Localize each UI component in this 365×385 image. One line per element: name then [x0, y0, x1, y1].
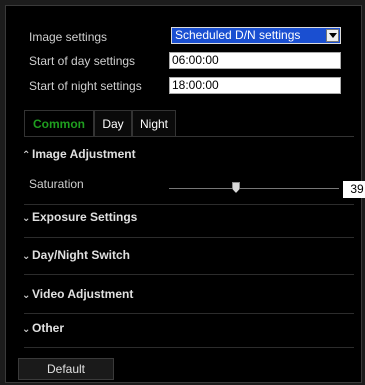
section-other[interactable]: ⌄ Other [22, 321, 352, 339]
section-divider [24, 313, 354, 314]
chevron-down-icon: ⌄ [22, 290, 31, 301]
start-day-input[interactable]: 06:00:00 [169, 52, 341, 69]
section-title: Video Adjustment [32, 287, 134, 301]
chevron-down-icon: ⌄ [22, 251, 31, 262]
section-title: Exposure Settings [32, 210, 138, 224]
chevron-down-icon: ⌄ [22, 324, 31, 335]
settings-panel: Image settings Scheduled D/N settings St… [5, 5, 365, 383]
chevron-down-icon: ⌄ [22, 213, 31, 224]
image-settings-select[interactable]: Scheduled D/N settings [171, 27, 341, 44]
section-divider [24, 237, 354, 238]
chevron-up-icon: ⌃ [22, 150, 31, 161]
start-night-input[interactable]: 18:00:00 [169, 77, 341, 94]
tab-common[interactable]: Common [24, 110, 94, 136]
tab-day[interactable]: Day [94, 110, 132, 136]
section-video-adjustment[interactable]: ⌄ Video Adjustment [22, 287, 352, 305]
section-divider [24, 274, 354, 275]
image-settings-label: Image settings [29, 30, 108, 44]
section-image-adjustment[interactable]: ⌃ Image Adjustment [22, 147, 352, 165]
saturation-value-field[interactable]: 39 [343, 181, 365, 198]
start-day-label: Start of day settings [29, 54, 136, 68]
saturation-slider-track[interactable] [169, 188, 339, 189]
section-title: Other [32, 321, 65, 335]
default-button[interactable]: Default [18, 358, 114, 380]
section-title: Day/Night Switch [32, 248, 131, 262]
start-night-label: Start of night settings [29, 79, 142, 93]
section-exposure-settings[interactable]: ⌄ Exposure Settings [22, 210, 352, 228]
tab-divider [24, 136, 354, 137]
image-settings-value: Scheduled D/N settings [175, 28, 301, 42]
section-divider [24, 347, 354, 348]
tab-night[interactable]: Night [132, 110, 176, 136]
saturation-label: Saturation [29, 177, 84, 191]
section-title: Image Adjustment [32, 147, 136, 161]
dropdown-arrow-icon[interactable] [326, 29, 339, 42]
section-divider [24, 204, 354, 205]
section-day-night-switch[interactable]: ⌄ Day/Night Switch [22, 248, 352, 266]
slider-thumb-icon[interactable] [232, 182, 240, 193]
